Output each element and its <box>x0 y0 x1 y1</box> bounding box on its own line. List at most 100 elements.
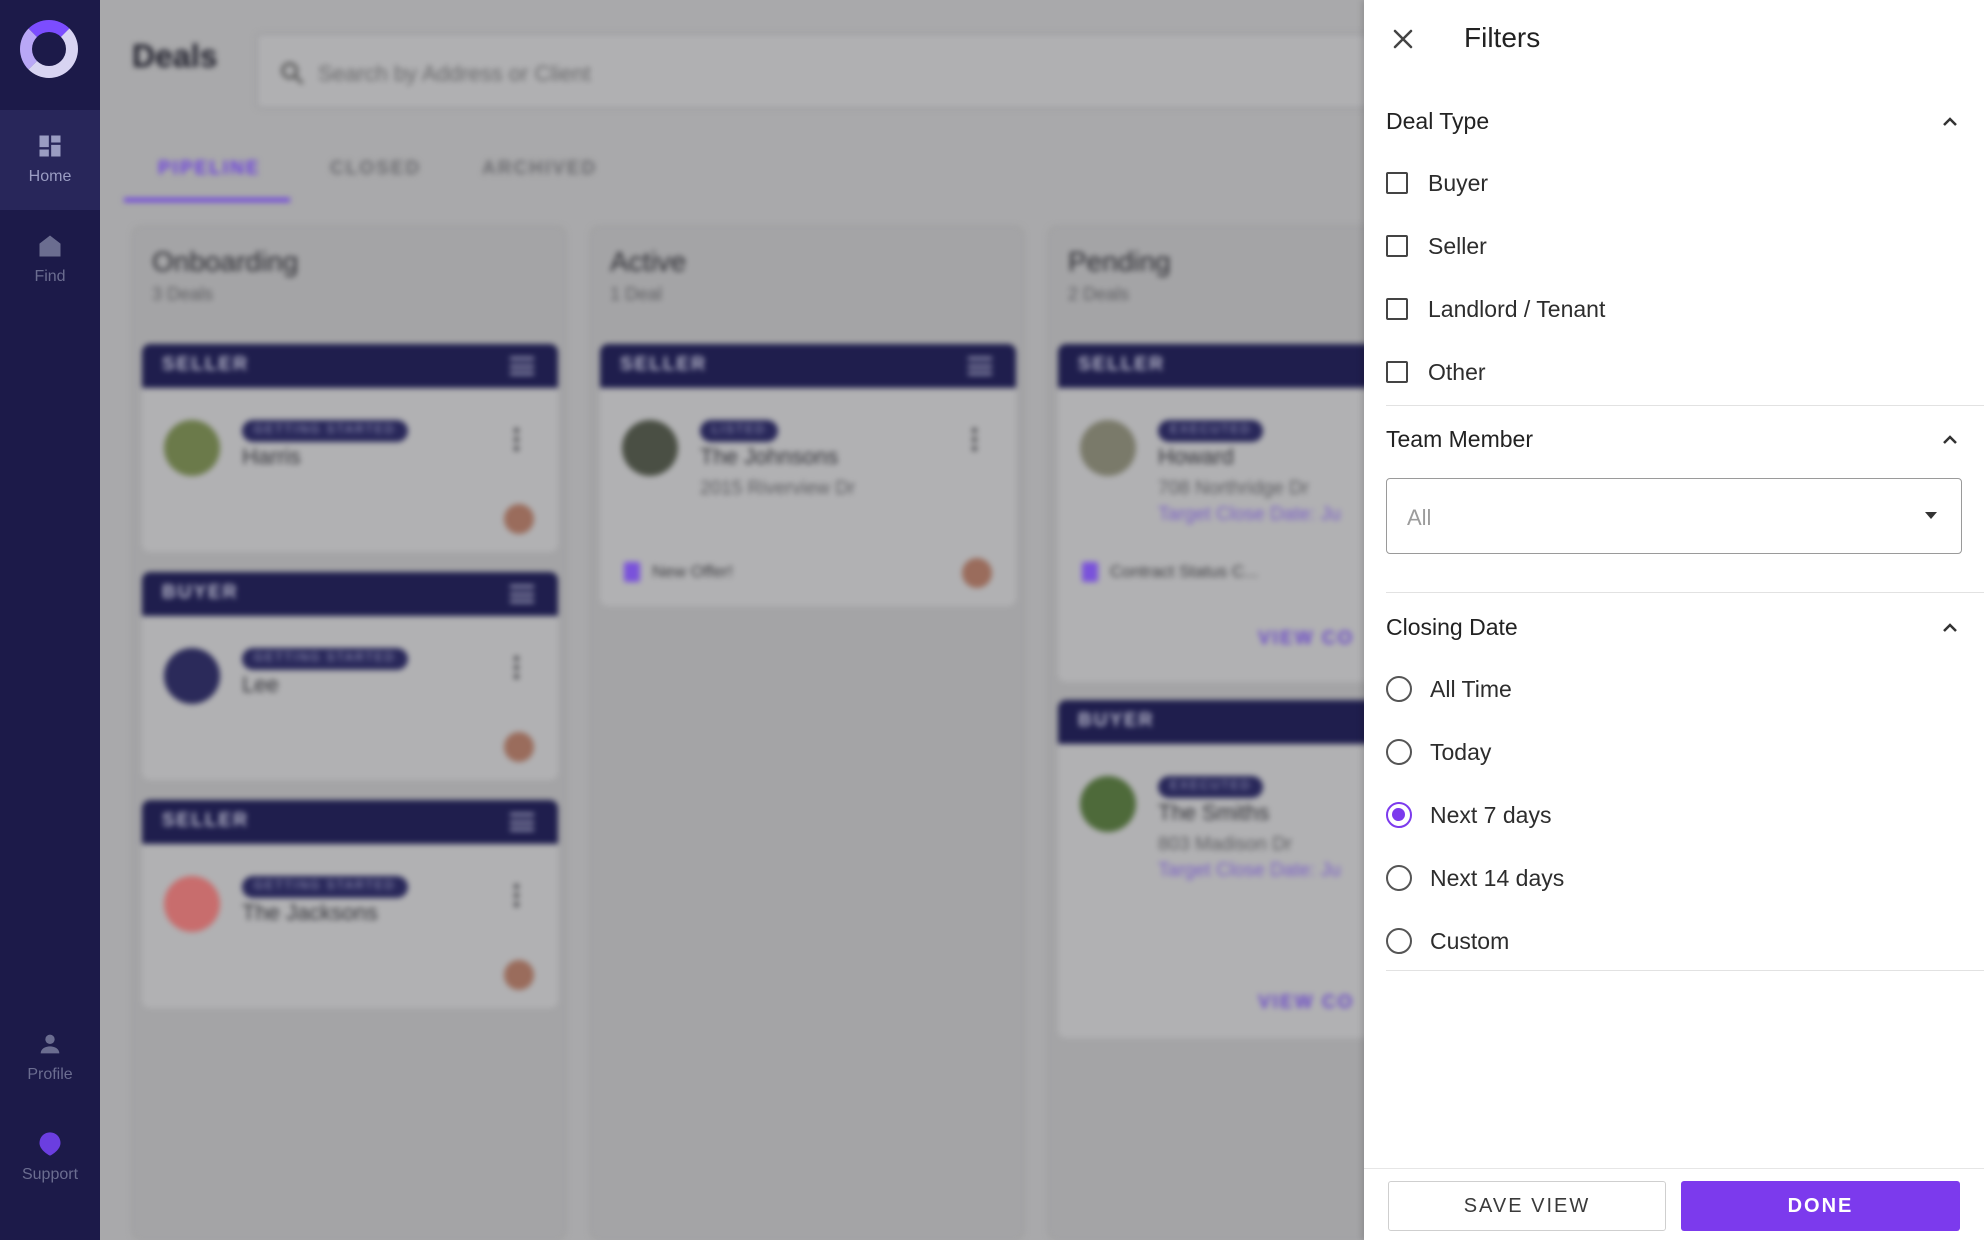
radio-all-time[interactable]: All Time <box>1386 669 1512 709</box>
radio-button[interactable] <box>1386 676 1412 702</box>
drag-handle-icon[interactable] <box>510 813 534 831</box>
done-button[interactable]: DONE <box>1681 1181 1960 1231</box>
radio-label: Custom <box>1430 927 1510 954</box>
radio-button[interactable] <box>1386 865 1412 891</box>
side-nav: Home Find Profile Support <box>0 0 100 1240</box>
radio-custom[interactable]: Custom <box>1386 921 1509 961</box>
card-note: Contract Status C... <box>1110 562 1259 581</box>
panel-footer: SAVE VIEW DONE <box>1364 1168 1984 1240</box>
tab-closed[interactable]: CLOSED <box>330 158 421 180</box>
column-title: Onboarding <box>152 246 299 277</box>
card-header: BUYER <box>142 572 558 616</box>
nav-item-home[interactable]: Home <box>0 110 100 210</box>
checkbox-box[interactable] <box>1386 361 1408 383</box>
client-name: The Johnsons <box>700 444 839 469</box>
document-icon <box>624 562 640 582</box>
nav-item-support[interactable]: Support <box>0 1108 100 1208</box>
select-value: All <box>1407 505 1432 530</box>
page-title: Deals <box>132 38 218 74</box>
chevron-up-icon[interactable] <box>1938 616 1962 640</box>
property-address: 803 Madison Dr <box>1158 834 1293 855</box>
more-options-icon[interactable] <box>514 656 520 680</box>
property-thumbnail <box>1080 420 1136 476</box>
checkbox-label: Buyer <box>1428 169 1489 196</box>
card-header: SELLER <box>142 344 558 388</box>
checkbox-box[interactable] <box>1386 298 1408 320</box>
more-options-icon[interactable] <box>972 428 978 452</box>
deal-type-label: SELLER <box>162 810 249 831</box>
drag-handle-icon[interactable] <box>968 357 992 375</box>
status-badge: EXECUTED <box>1158 776 1264 798</box>
property-address: 2015 Riverview Dr <box>700 478 856 499</box>
view-contract-link[interactable]: VIEW CO <box>1258 992 1354 1014</box>
radio-label: Next 14 days <box>1430 864 1565 891</box>
chat-placeholder-icon <box>164 876 220 932</box>
section-divider <box>1386 405 1984 406</box>
nav-item-find[interactable]: Find <box>0 210 100 310</box>
deal-card[interactable]: SELLER GETTING STARTED Harris <box>142 344 558 552</box>
nav-label-support: Support <box>21 1166 79 1183</box>
column-onboarding: Onboarding 3 Deals SELLER GETTING STARTE… <box>132 226 566 1240</box>
nav-item-profile[interactable]: Profile <box>0 1008 100 1108</box>
drag-handle-icon[interactable] <box>510 585 534 603</box>
status-badge: LISTED <box>700 420 779 442</box>
team-member-select[interactable]: All <box>1386 478 1962 554</box>
chevron-up-icon[interactable] <box>1938 110 1962 134</box>
status-badge: EXECUTED <box>1158 420 1264 442</box>
deal-type-label: BUYER <box>1078 710 1155 731</box>
section-heading: Team Member <box>1386 426 1533 452</box>
support-icon <box>39 1132 61 1156</box>
status-badge: GETTING STARTED <box>242 648 408 670</box>
client-name: The Smiths <box>1158 800 1270 825</box>
app-logo[interactable] <box>20 20 78 78</box>
deal-card[interactable]: SELLER GETTING STARTED The Jacksons <box>142 800 558 1008</box>
checkbox-landlord-tenant[interactable]: Landlord / Tenant <box>1386 289 1605 329</box>
checkbox-box[interactable] <box>1386 172 1408 194</box>
radio-button[interactable] <box>1386 739 1412 765</box>
view-contract-link[interactable]: VIEW CO <box>1258 628 1354 650</box>
drag-handle-icon[interactable] <box>510 357 534 375</box>
client-name: Harris <box>242 444 301 469</box>
deal-type-label: SELLER <box>1078 354 1165 375</box>
save-view-button[interactable]: SAVE VIEW <box>1388 1181 1666 1231</box>
checkbox-box[interactable] <box>1386 235 1408 257</box>
column-count: 2 Deals <box>1068 284 1130 304</box>
radio-label: All Time <box>1430 675 1512 702</box>
tab-archived[interactable]: ARCHIVED <box>482 158 597 180</box>
person-icon <box>40 1034 60 1054</box>
radio-button-selected[interactable] <box>1386 802 1412 828</box>
more-options-icon[interactable] <box>514 428 520 452</box>
deal-type-section: Deal Type Buyer Seller Landlord / Tenant… <box>1386 108 1962 400</box>
column-title: Active <box>610 246 687 277</box>
closing-date-section: Closing Date All Time Today Next 7 days … <box>1386 614 1962 964</box>
agent-avatar <box>504 504 534 534</box>
section-divider <box>1386 592 1984 593</box>
checkbox-seller[interactable]: Seller <box>1386 226 1487 266</box>
nav-label-find: Find <box>34 268 66 285</box>
radio-today[interactable]: Today <box>1386 732 1491 772</box>
chevron-up-icon[interactable] <box>1938 428 1962 452</box>
search-input[interactable]: Search by Address or Client <box>256 33 1456 109</box>
column-title: Pending <box>1068 246 1171 277</box>
radio-next-14-days[interactable]: Next 14 days <box>1386 858 1564 898</box>
status-badge: GETTING STARTED <box>242 876 408 898</box>
tab-active-indicator <box>124 198 290 202</box>
client-name: The Jacksons <box>242 900 378 925</box>
team-member-section: Team Member <box>1386 426 1962 466</box>
checkbox-other[interactable]: Other <box>1386 352 1486 392</box>
card-note: New Offer! <box>652 562 733 581</box>
more-options-icon[interactable] <box>514 884 520 908</box>
dashboard-icon <box>39 135 61 157</box>
deal-card[interactable]: BUYER GETTING STARTED Lee <box>142 572 558 780</box>
search-placeholder: Search by Address or Client <box>318 61 591 86</box>
checkbox-buyer[interactable]: Buyer <box>1386 163 1488 203</box>
tab-pipeline[interactable]: PIPELINE <box>158 158 261 180</box>
radio-next-7-days[interactable]: Next 7 days <box>1386 795 1551 835</box>
radio-button[interactable] <box>1386 928 1412 954</box>
close-icon[interactable] <box>1386 22 1420 56</box>
deal-card[interactable]: SELLER LISTED The Johnsons 2015 Rivervie… <box>600 344 1016 606</box>
checkbox-label: Other <box>1428 358 1486 385</box>
card-header: SELLER <box>600 344 1016 388</box>
section-divider <box>1386 970 1984 971</box>
house-placeholder-icon <box>164 648 220 704</box>
